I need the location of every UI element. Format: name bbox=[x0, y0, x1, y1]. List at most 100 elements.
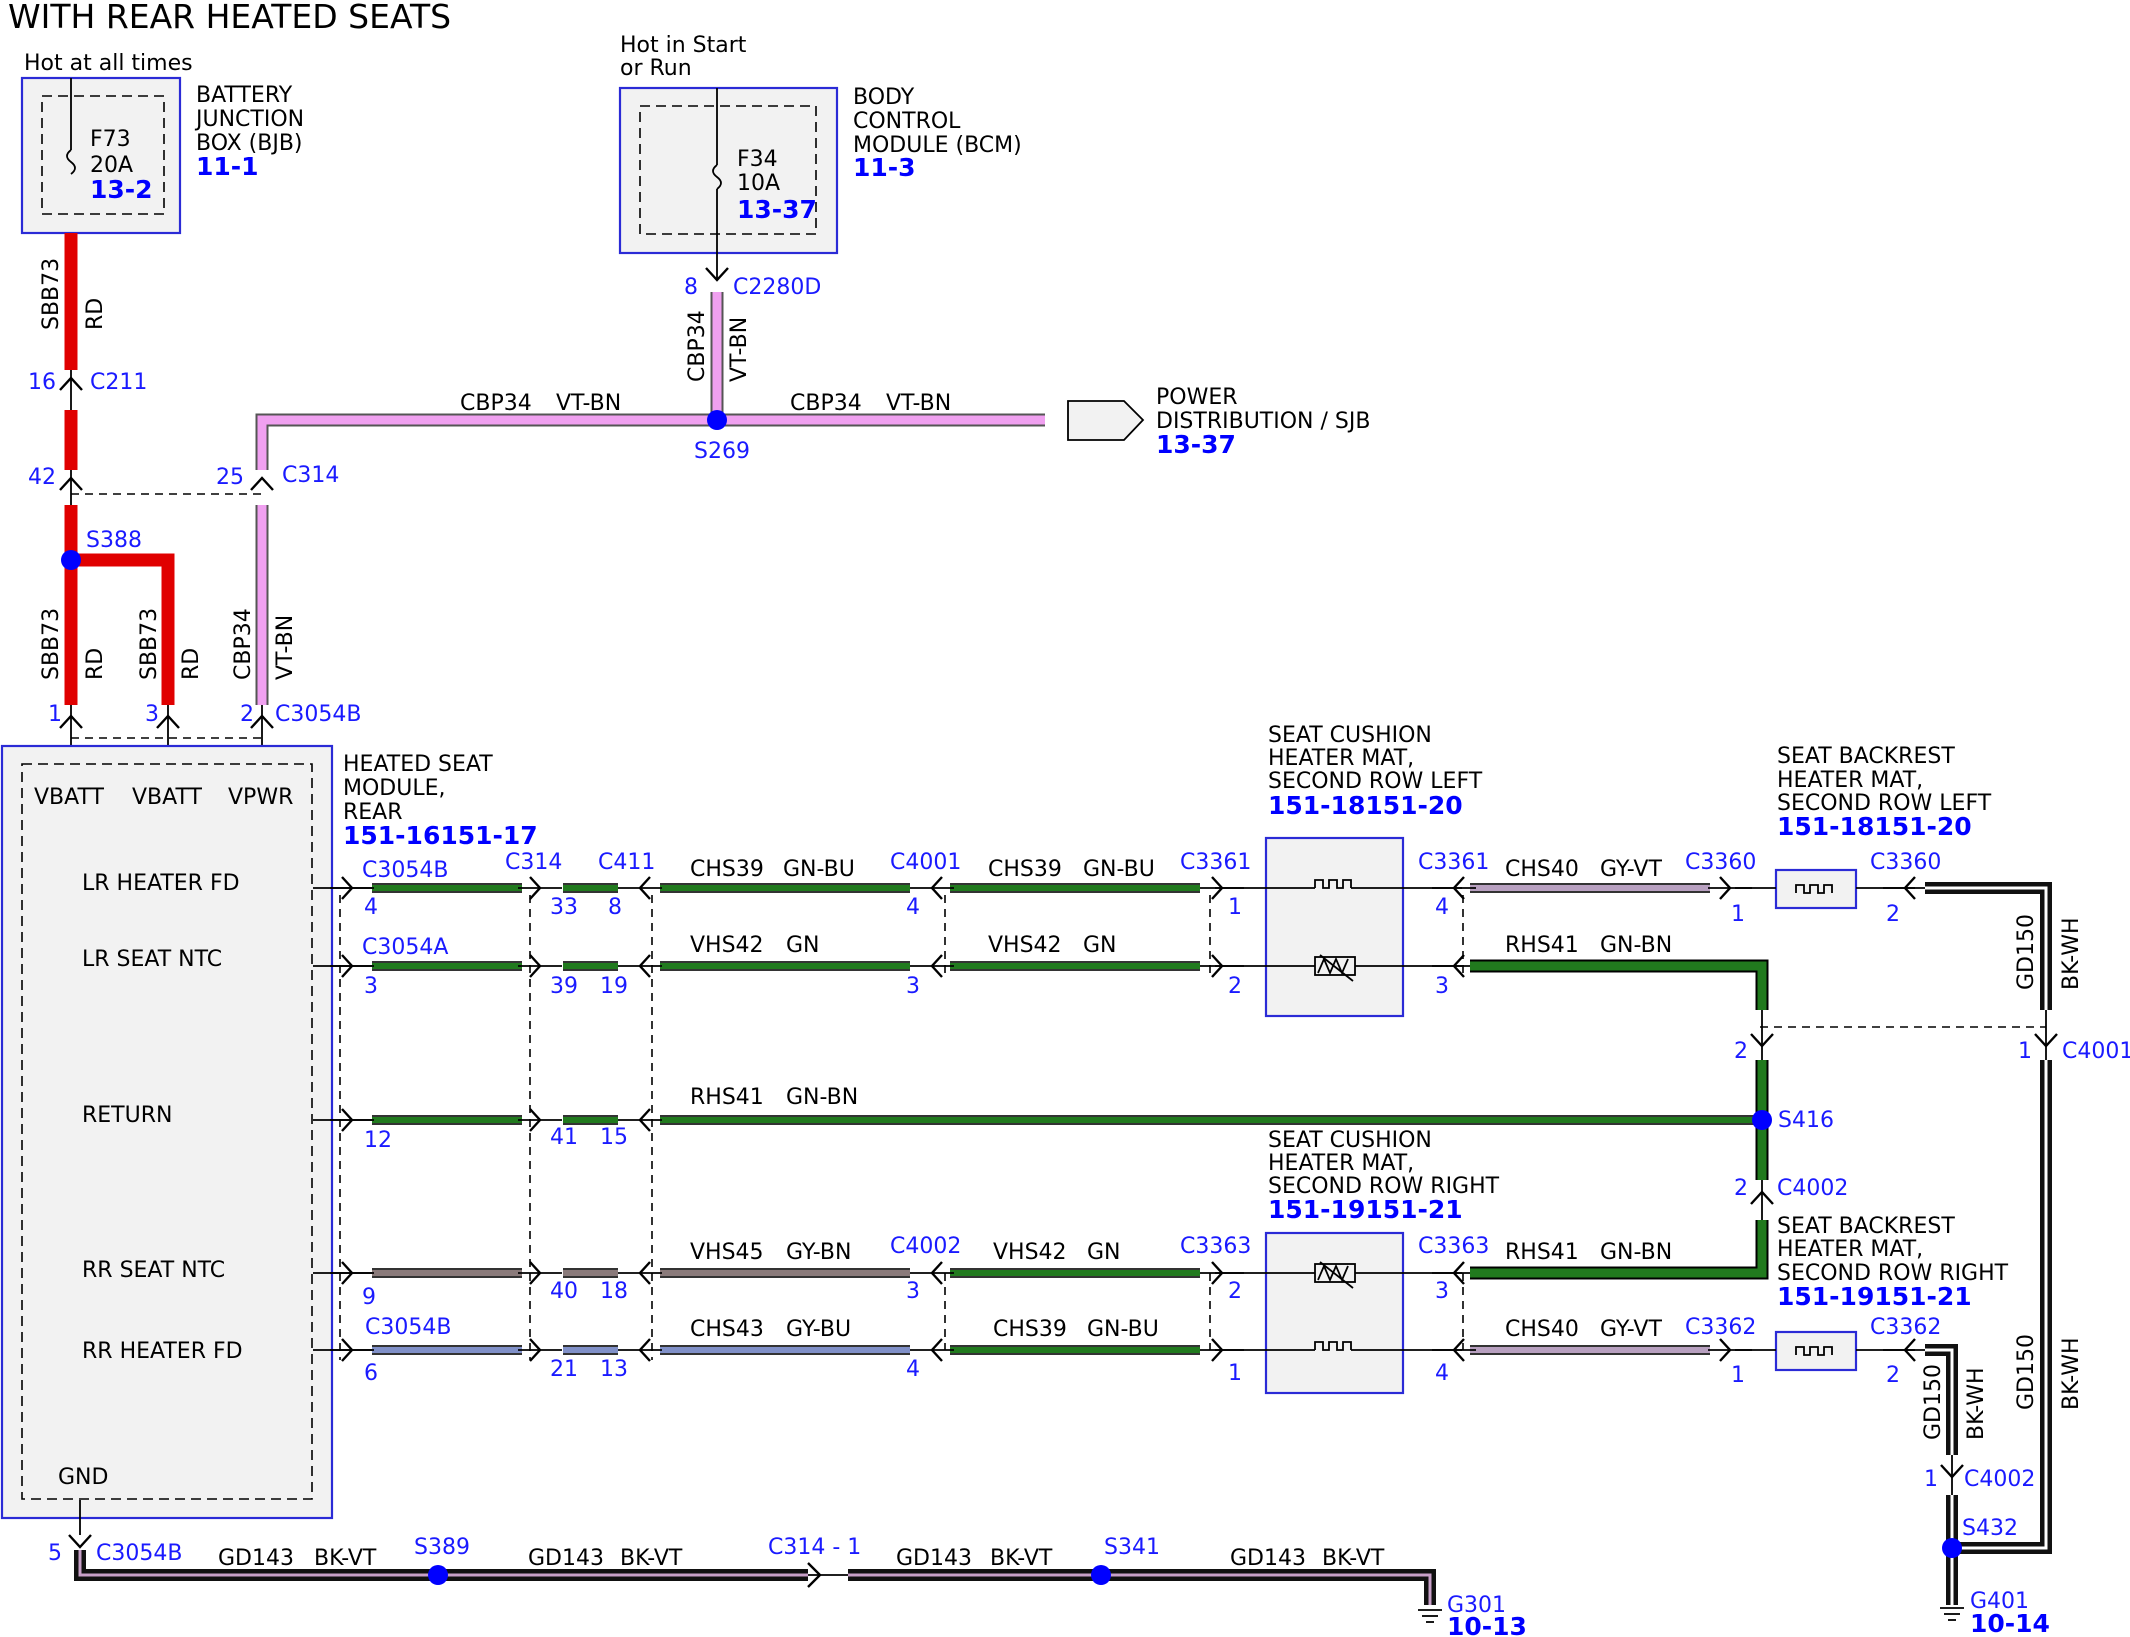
wire-label: GN-BU bbox=[1087, 1317, 1159, 1342]
backrest-left-name: HEATER MAT, bbox=[1777, 768, 1923, 793]
wire-label: GY-BN bbox=[786, 1240, 851, 1265]
wire-label: VHS45 bbox=[690, 1240, 764, 1265]
splice-label: S432 bbox=[1962, 1516, 2018, 1541]
module-name: HEATED SEAT bbox=[343, 752, 493, 777]
connector-c4001: C4001 bbox=[2062, 1039, 2130, 1064]
cushion-right-name: SEAT CUSHION bbox=[1268, 1128, 1432, 1153]
pin-number: 1 bbox=[48, 702, 62, 727]
bjb-name: JUNCTION bbox=[194, 107, 304, 132]
bjb-fuse-id: F73 bbox=[90, 127, 131, 152]
heated-seat-module-box bbox=[0, 744, 334, 1520]
cushion-left-box bbox=[1264, 836, 1405, 1018]
pin-number: 4 bbox=[906, 895, 920, 920]
wire-label: RD bbox=[179, 648, 204, 680]
connector-c3361: C3361 bbox=[1418, 850, 1489, 875]
pin-number: 2 bbox=[240, 702, 254, 727]
wire-label: RHS41 bbox=[1505, 933, 1579, 958]
bjb-page-ref[interactable]: 11-1 bbox=[196, 152, 259, 181]
ground-icon bbox=[1418, 1609, 1442, 1623]
wire-label: BK-VT bbox=[620, 1546, 683, 1571]
pin-number: 2 bbox=[1734, 1039, 1748, 1064]
connector-arrow bbox=[250, 476, 274, 491]
pin-number: 3 bbox=[364, 974, 378, 999]
splice-label: S388 bbox=[86, 528, 142, 553]
wire-label: GY-BU bbox=[786, 1317, 851, 1342]
connector-c314: C314 bbox=[505, 850, 562, 875]
wire-label: CBP34 bbox=[231, 608, 256, 680]
wire-label: SBB73 bbox=[39, 258, 64, 330]
pin-number: 41 bbox=[550, 1125, 578, 1150]
pin-number: 39 bbox=[550, 974, 578, 999]
ground-g401-ref[interactable]: 10-14 bbox=[1970, 1609, 2050, 1637]
splice-s388 bbox=[61, 550, 81, 570]
pin-number: 1 bbox=[1228, 1361, 1242, 1386]
wire-label: BK-VT bbox=[314, 1546, 377, 1571]
wire-label: CBP34 bbox=[790, 391, 862, 416]
backrest-left-name: SEAT BACKREST bbox=[1777, 744, 1955, 769]
wire-label: GD150 bbox=[2014, 1334, 2039, 1410]
cushion-left-name: SEAT CUSHION bbox=[1268, 723, 1432, 748]
cushion-left-ref[interactable]: 151-18151-20 bbox=[1268, 791, 1463, 820]
pin-number: 2 bbox=[1734, 1176, 1748, 1201]
pin-number: 2 bbox=[1228, 974, 1242, 999]
wiring-diagram: { "title": "WITH REAR HEATED SEATS", "co… bbox=[0, 0, 2130, 1637]
wire-label: GD143 bbox=[896, 1546, 972, 1571]
pin-number: 3 bbox=[906, 974, 920, 999]
connector-c4002: C4002 bbox=[890, 1234, 961, 1259]
module-pin-label: VBATT bbox=[132, 785, 203, 810]
wire-cbp34 bbox=[257, 415, 1045, 470]
cushion-right-ref[interactable]: 151-19151-21 bbox=[1268, 1195, 1463, 1224]
pin-number: 8 bbox=[608, 895, 622, 920]
wire-label: SBB73 bbox=[137, 608, 162, 680]
connector-c2280d: C2280D bbox=[733, 275, 821, 300]
wire-label: CHS43 bbox=[690, 1317, 764, 1342]
wire-label: VHS42 bbox=[993, 1240, 1067, 1265]
wire-label: VT-BN bbox=[727, 317, 752, 382]
wire-label: SBB73 bbox=[39, 608, 64, 680]
wire-label: GN bbox=[1087, 1240, 1121, 1265]
wire-label: VT-BN bbox=[886, 391, 951, 416]
module-pin-label: RR HEATER FD bbox=[82, 1339, 243, 1364]
pin-number: 2 bbox=[1886, 1363, 1900, 1388]
wire-label: CHS40 bbox=[1505, 857, 1579, 882]
pdist-name: POWER bbox=[1156, 385, 1238, 410]
connector-c3361: C3361 bbox=[1180, 850, 1251, 875]
wire-label: VHS42 bbox=[690, 933, 764, 958]
connector-c4001: C4001 bbox=[890, 850, 961, 875]
ground-g301-ref[interactable]: 10-13 bbox=[1447, 1612, 1527, 1637]
backrest-right-ref[interactable]: 151-19151-21 bbox=[1777, 1282, 1972, 1311]
pin-number: 8 bbox=[684, 275, 698, 300]
wire-label: GN-BU bbox=[783, 857, 855, 882]
wire-label: CHS39 bbox=[993, 1317, 1067, 1342]
pin-number: 1 bbox=[1228, 895, 1242, 920]
bjb-fuse-ref[interactable]: 13-2 bbox=[90, 175, 153, 204]
pin-number: 16 bbox=[28, 370, 56, 395]
bjb-hot-label: Hot at all times bbox=[24, 51, 193, 76]
wire-label: GD150 bbox=[2014, 914, 2039, 990]
backrest-left-box bbox=[1774, 868, 1858, 910]
pin-number: 2 bbox=[1886, 902, 1900, 927]
connector-c3054b: C3054B bbox=[362, 858, 448, 883]
pin-number: 1 bbox=[2018, 1039, 2032, 1064]
backrest-left-ref[interactable]: 151-18151-20 bbox=[1777, 812, 1972, 841]
module-ref[interactable]: 151-16151-17 bbox=[343, 821, 538, 850]
pin-number: 4 bbox=[906, 1357, 920, 1382]
pin-number: 3 bbox=[906, 1279, 920, 1304]
pin-number: 1 bbox=[1731, 902, 1745, 927]
backrest-right-name: HEATER MAT, bbox=[1777, 1237, 1923, 1262]
pin-number: 2 bbox=[1228, 1279, 1242, 1304]
bcm-page-ref[interactable]: 11-3 bbox=[853, 153, 916, 182]
wire-label: CBP34 bbox=[460, 391, 532, 416]
pdist-ref[interactable]: 13-37 bbox=[1156, 430, 1236, 459]
splice-label: S389 bbox=[414, 1535, 470, 1560]
cushion-left-name: HEATER MAT, bbox=[1268, 746, 1414, 771]
pin-number: 4 bbox=[1435, 895, 1449, 920]
bcm-hot-label: Hot in Start bbox=[620, 33, 747, 58]
wire-label: GN-BU bbox=[1083, 857, 1155, 882]
bcm-fuse-id: F34 bbox=[737, 147, 778, 172]
bcm-name: CONTROL bbox=[853, 109, 961, 134]
wire-label: VHS42 bbox=[988, 933, 1062, 958]
wire-label: GD143 bbox=[528, 1546, 604, 1571]
wire-label: RHS41 bbox=[690, 1085, 764, 1110]
bcm-fuse-ref[interactable]: 13-37 bbox=[737, 195, 817, 224]
